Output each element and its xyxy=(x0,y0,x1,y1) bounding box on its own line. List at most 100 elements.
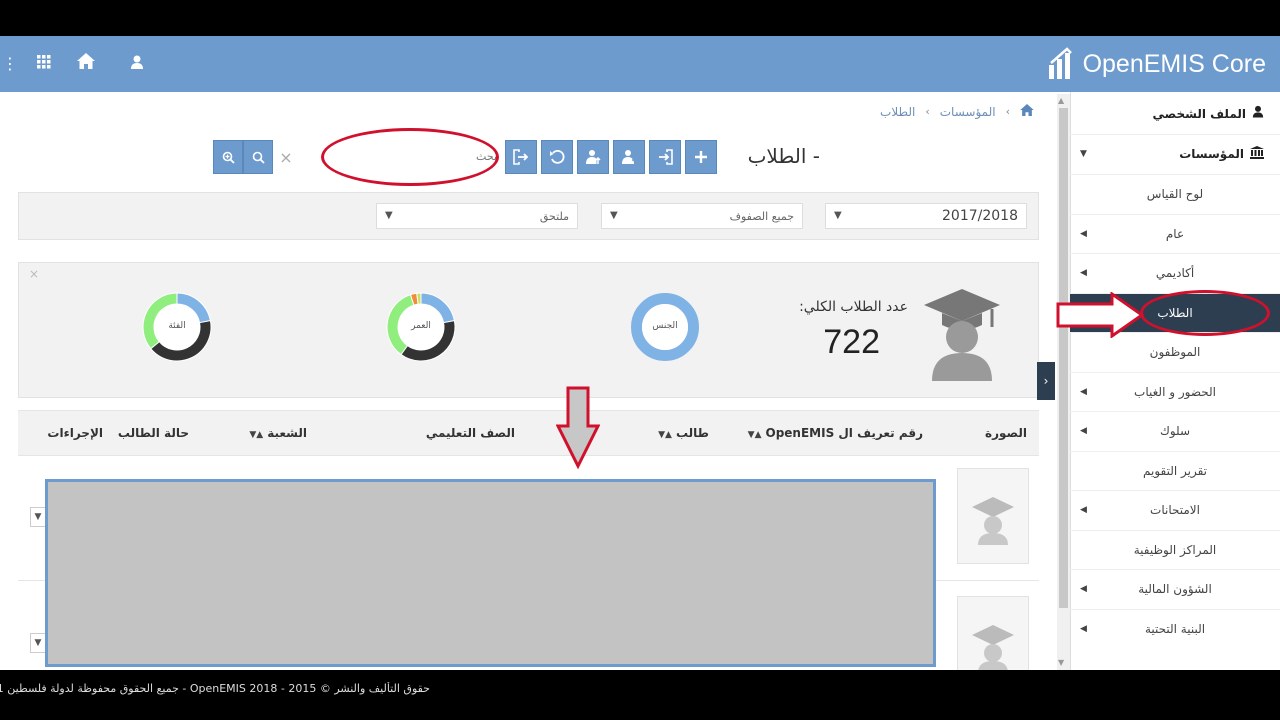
chevron-down-icon: ▼ xyxy=(834,210,842,221)
breadcrumb-separator: › xyxy=(1005,105,1010,118)
sidebar-toggle-button[interactable]: › xyxy=(1037,362,1055,400)
sidebar-item-label: تقرير التقويم xyxy=(1143,463,1208,478)
sidebar-item-label: الامتحانات xyxy=(1150,503,1200,517)
sidebar-item-label: أكاديمي xyxy=(1155,266,1195,280)
total-students-value: 722 xyxy=(823,323,880,361)
statistics-panel: × عدد الطلاب الكلي: 722 الجنس العمر الفئ… xyxy=(18,262,1039,398)
age-chart-label: العمر xyxy=(411,321,431,331)
caret-left-icon: ◀ xyxy=(1080,584,1087,594)
export-icon[interactable] xyxy=(505,140,537,174)
breadcrumb-separator: › xyxy=(925,105,930,118)
row-actions-dropdown[interactable]: ▼ xyxy=(30,507,46,527)
gender-chart-label: الجنس xyxy=(652,321,678,331)
column-status: حالة الطالب xyxy=(117,426,189,440)
institution-icon xyxy=(1250,145,1264,163)
filter-bar: 2017/2018 ▼ جميع الصفوف ▼ ملتحق ▼ xyxy=(18,192,1039,240)
caret-left-icon: ◀ xyxy=(1080,426,1087,436)
sidebar-item[interactable]: لوح القياس xyxy=(1070,174,1280,213)
annotation-arrow-down xyxy=(556,386,600,470)
column-grade: الصف التعليمي xyxy=(425,426,515,440)
annotation-oval-search xyxy=(321,128,499,186)
close-icon[interactable]: × xyxy=(29,267,39,281)
brand-name: OpenEMIS Core xyxy=(1082,49,1266,78)
home-icon[interactable] xyxy=(74,52,98,76)
sidebar-profile-label: الملف الشخصي xyxy=(1152,106,1246,121)
scrollbar-thumb[interactable] xyxy=(1059,108,1068,608)
student-avatar-icon xyxy=(972,497,1014,545)
sidebar-institutions-label: المؤسسات xyxy=(1179,147,1244,161)
column-class[interactable]: الشعبة ▲▼ xyxy=(249,426,307,440)
column-openemis-id[interactable]: رقم تعريف ال OpenEMIS▲▼ xyxy=(748,426,923,440)
student-avatar-icon xyxy=(972,625,1014,670)
undo-icon[interactable] xyxy=(541,140,573,174)
academic-period-value: 2017/2018 xyxy=(942,208,1018,224)
sidebar-item-label: البنية التحتية xyxy=(1144,621,1206,636)
sidebar-item-label: سلوك xyxy=(1159,424,1191,438)
chevron-down-icon: ▼ xyxy=(610,210,618,221)
sidebar-item[interactable]: الامتحانات ◀ xyxy=(1070,490,1280,529)
caret-left-icon: ◀ xyxy=(1080,386,1087,397)
sidebar-item[interactable]: أكاديمي ◀ xyxy=(1070,253,1280,292)
import-icon[interactable] xyxy=(649,140,681,174)
promote-icon[interactable] xyxy=(577,140,609,174)
total-students-label: عدد الطلاب الكلي: xyxy=(799,299,908,315)
class-label: الشعبة xyxy=(267,426,307,440)
sidebar-profile[interactable]: الملف الشخصي xyxy=(1070,94,1280,133)
row-actions-dropdown[interactable]: ▼ xyxy=(30,633,46,653)
sidebar-item-label: عام xyxy=(1165,226,1185,241)
sidebar-item[interactable]: الشؤون المالية ◀ xyxy=(1070,569,1280,608)
breadcrumb-home-icon[interactable] xyxy=(1020,104,1034,119)
user-icon[interactable] xyxy=(125,52,149,76)
sidebar-item-label: الشؤون المالية xyxy=(1138,582,1212,596)
sort-icon[interactable]: ▲▼ xyxy=(748,430,762,440)
apps-grid-icon[interactable] xyxy=(32,52,56,76)
column-actions: الإجراءات xyxy=(47,426,103,440)
openemis-id-label: رقم تعريف ال OpenEMIS xyxy=(765,426,924,440)
transfer-icon[interactable] xyxy=(613,140,645,174)
page-title: - الطلاب xyxy=(747,144,820,168)
annotation-oval-students xyxy=(1140,290,1270,336)
sidebar: الملف الشخصي المؤسسات ▼ لوح القياس عام ◀ أك… xyxy=(1070,92,1280,670)
sidebar-item[interactable]: المراكز الوظيفية xyxy=(1070,529,1280,569)
redacted-content-overlay xyxy=(45,479,936,667)
breadcrumb-students: الطلاب xyxy=(880,104,916,119)
chevron-right-icon: › xyxy=(1043,374,1049,388)
grade-select[interactable]: جميع الصفوف ▼ xyxy=(601,203,803,229)
caret-left-icon: ◀ xyxy=(1080,268,1087,278)
breadcrumb-institutions[interactable]: المؤسسات xyxy=(940,105,996,119)
menu-dots-icon[interactable]: ⋮ xyxy=(2,52,18,76)
sidebar-item[interactable]: الحضور و الغياب ◀ xyxy=(1070,371,1280,411)
sort-icon[interactable]: ▲▼ xyxy=(249,430,263,440)
status-select[interactable]: ملتحق ▼ xyxy=(376,203,578,229)
sidebar-item[interactable]: البنية التحتية ◀ xyxy=(1070,608,1280,648)
caret-left-icon: ◀ xyxy=(1080,623,1087,634)
column-student[interactable]: طالب▲▼ xyxy=(658,426,709,440)
sidebar-item[interactable]: سلوك ◀ xyxy=(1070,411,1280,450)
sort-icon[interactable]: ▲▼ xyxy=(658,430,672,440)
brand[interactable]: OpenEMIS Core xyxy=(1047,46,1266,82)
sidebar-institutions[interactable]: المؤسسات ▼ xyxy=(1070,134,1280,173)
scroll-down-icon[interactable]: ▼ xyxy=(1058,658,1064,667)
chevron-down-icon: ▼ xyxy=(34,512,42,522)
annotation-arrow-right xyxy=(1056,292,1145,338)
sidebar-item-label: لوح القياس xyxy=(1146,187,1204,201)
grade-value: جميع الصفوف xyxy=(729,209,794,223)
caret-down-icon: ▼ xyxy=(1080,149,1087,159)
students-table-header: الصورة رقم تعريف ال OpenEMIS▲▼ طالب▲▼ ال… xyxy=(18,410,1039,456)
academic-period-select[interactable]: 2017/2018 ▼ xyxy=(825,203,1027,229)
scroll-up-icon[interactable]: ▲ xyxy=(1058,96,1064,105)
sidebar-item-label: الموظفون xyxy=(1149,345,1201,359)
sidebar-item[interactable]: عام ◀ xyxy=(1070,213,1280,253)
caret-left-icon: ◀ xyxy=(1080,505,1087,515)
clear-search-icon[interactable]: × xyxy=(273,140,299,174)
advanced-search-icon[interactable] xyxy=(213,140,243,174)
chevron-down-icon: ▼ xyxy=(34,638,42,648)
sidebar-item[interactable]: تقرير التقويم xyxy=(1070,450,1280,490)
sidebar-item-label: المراكز الوظيفية xyxy=(1133,542,1217,557)
main-scrollbar[interactable]: ▲ ▼ xyxy=(1057,94,1070,670)
search-icon[interactable] xyxy=(243,140,273,174)
breadcrumb: › المؤسسات › الطلاب xyxy=(880,104,1034,119)
status-value: ملتحق xyxy=(539,209,569,223)
student-photo xyxy=(957,596,1029,670)
add-icon[interactable] xyxy=(685,140,717,174)
